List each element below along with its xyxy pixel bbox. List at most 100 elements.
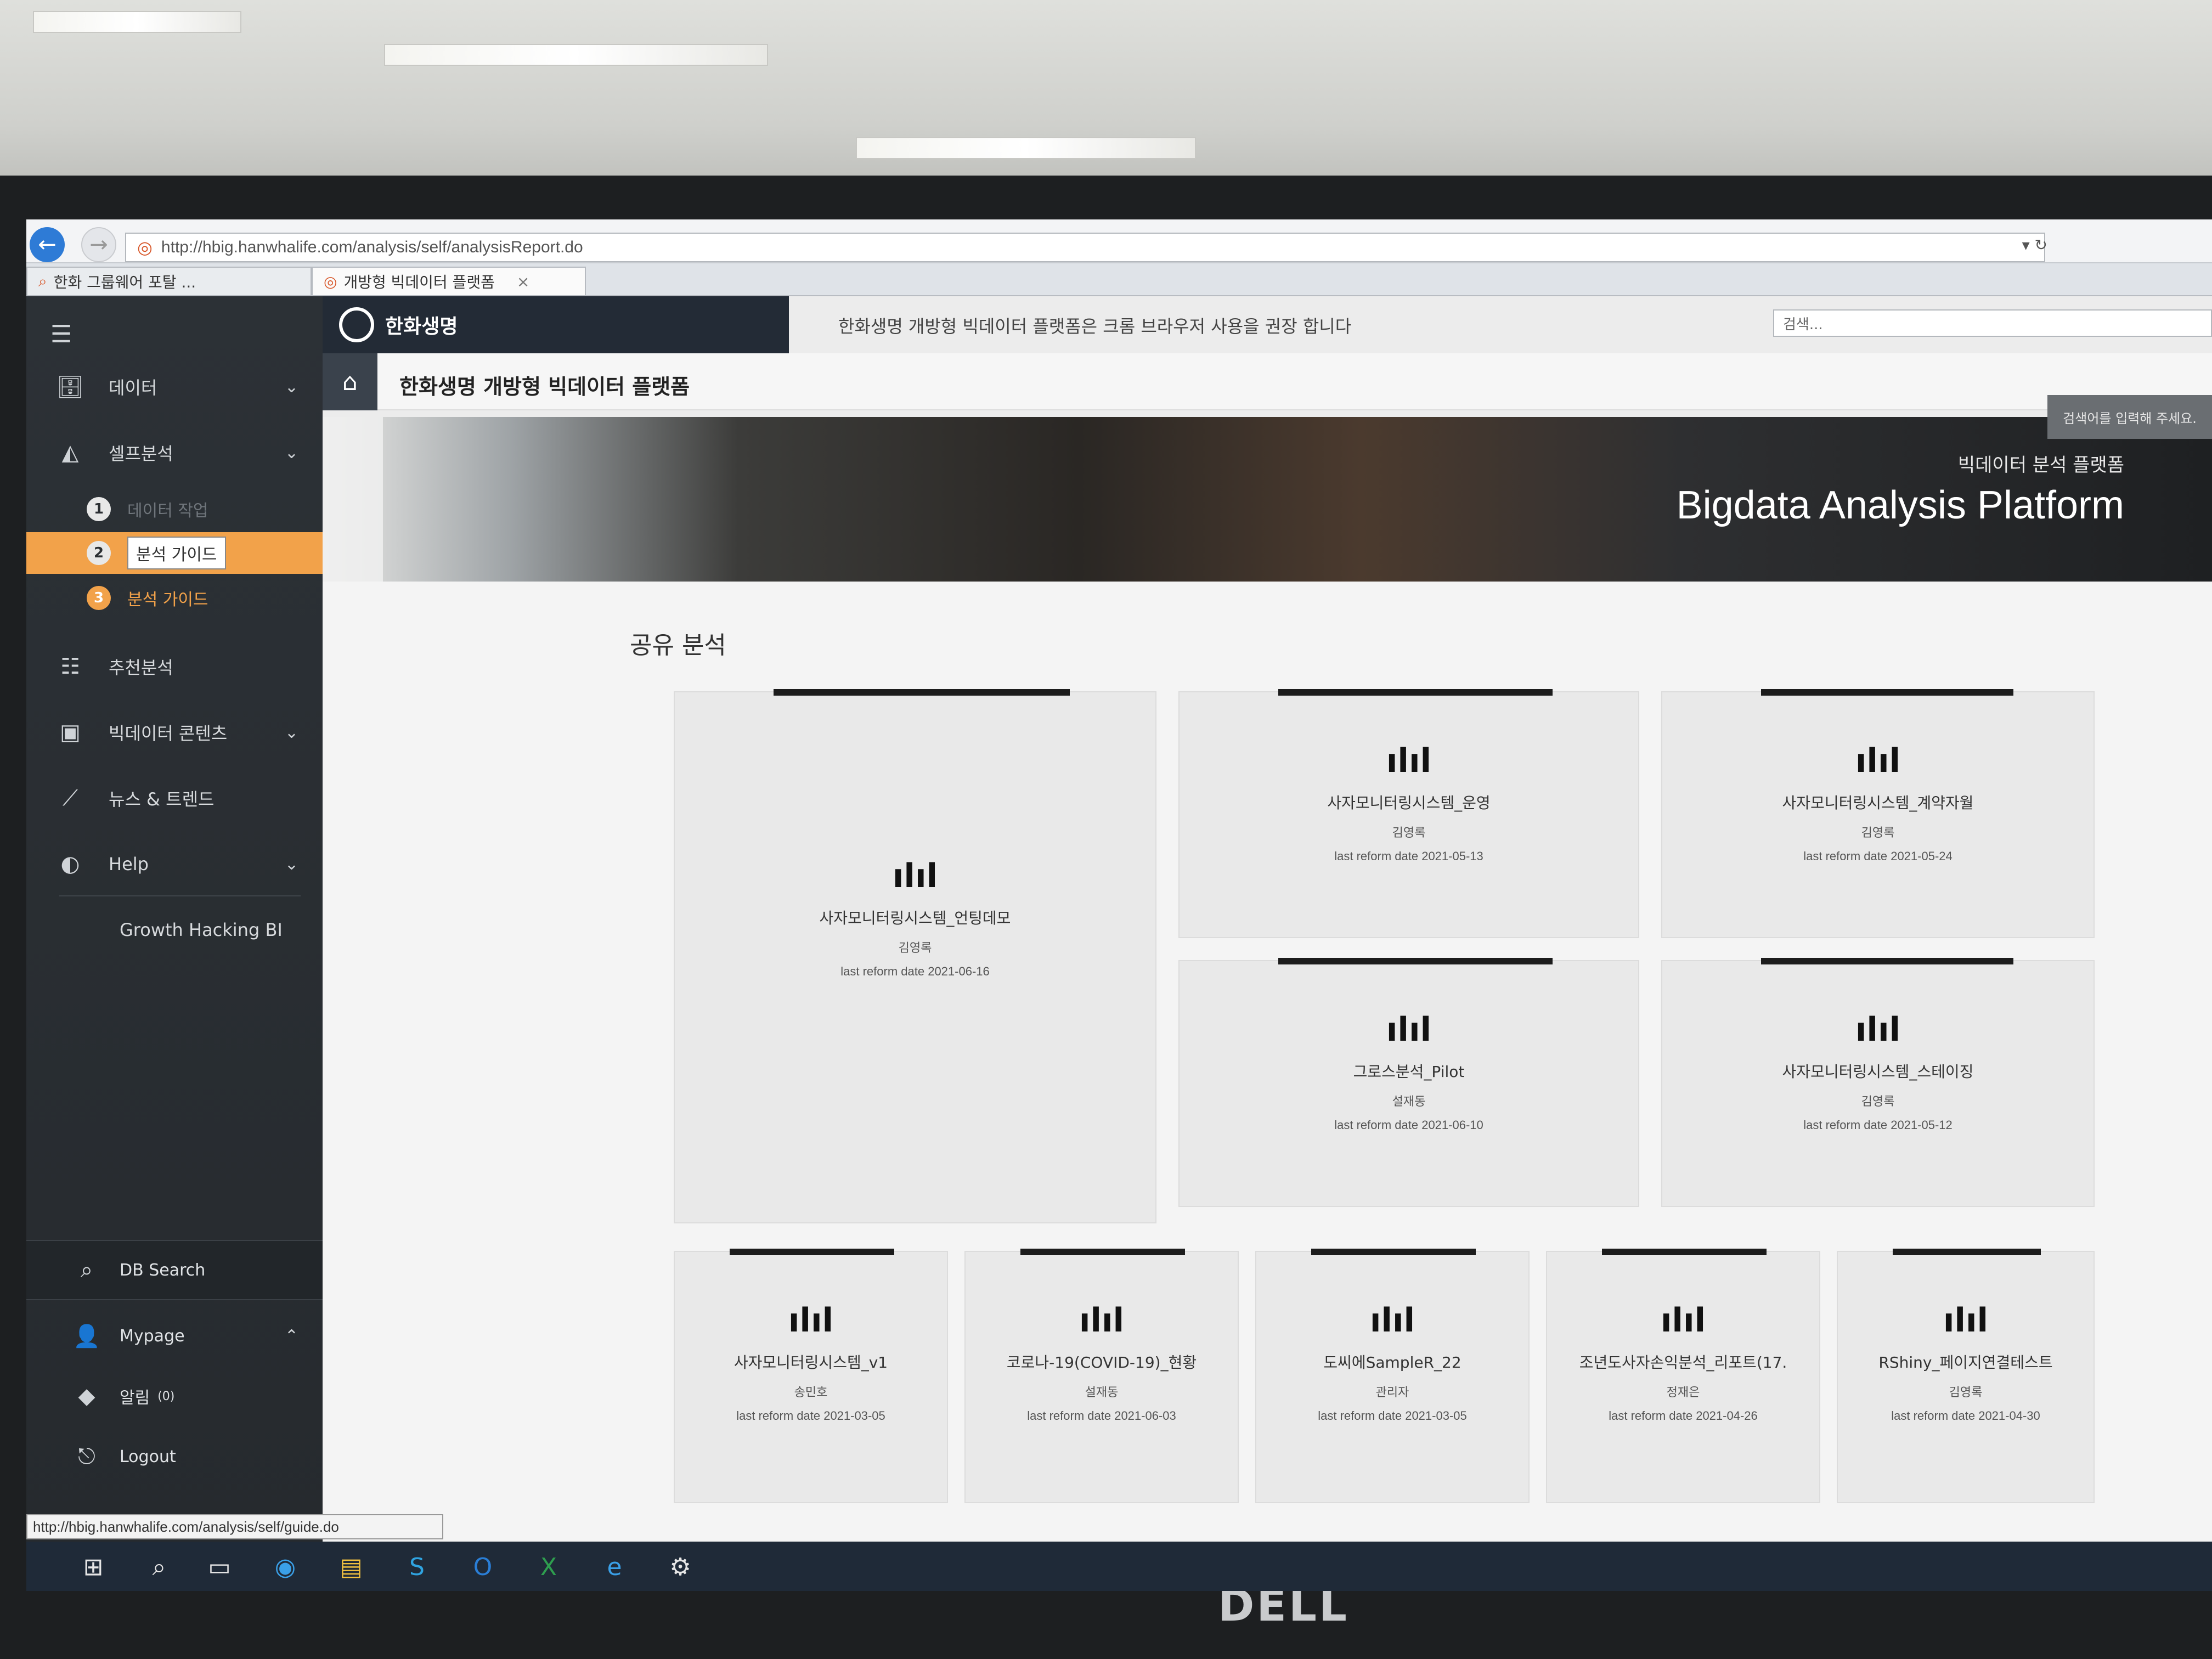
sidebar-subitem-data-work[interactable]: 1 데이터 작업 [26, 488, 323, 530]
card-author: 김영록 [1861, 1095, 1895, 1109]
card-author: 김영록 [1861, 826, 1895, 840]
card-date: last reform date 2021-06-10 [1334, 1118, 1483, 1132]
analysis-card[interactable]: ılıl 도씨에SampleR_22 관리자 last reform date … [1255, 1249, 1530, 1503]
sidebar-item-bigdata-contents[interactable]: ▣ 빅데이터 콘텐츠 ⌄ [26, 702, 323, 763]
sidebar-item-news-trends[interactable]: ⟋ 뉴스 & 트렌드 [26, 768, 323, 828]
site-favicon-icon: ◎ [137, 238, 153, 257]
sidebar-logout[interactable]: ⎋ Logout [26, 1426, 323, 1487]
card-date: last reform date 2021-05-24 [1803, 849, 1953, 863]
card-author: 정재은 [1666, 1386, 1700, 1400]
chevron-down-icon: ⌄ [284, 723, 298, 742]
analysis-card[interactable]: ılıl 사자모니터링시스템_v1 송민호 last reform date 2… [674, 1249, 948, 1503]
sidebar-item-label: 추천분석 [109, 657, 173, 678]
outlook-icon[interactable]: O [465, 1549, 500, 1584]
card-date: last reform date 2021-05-13 [1334, 849, 1483, 863]
search-hint: 검색어를 입력해 주세요. [2063, 410, 2197, 426]
sidebar: ☰ 🗄 데이터 ⌄ ◭ 셀프분석 ⌄ 1 데이터 작업 2 분석 가이드 3 분… [26, 296, 323, 1591]
bar-chart-icon: ılıl [1079, 1301, 1125, 1340]
sidebar-subitem-analysis-guide-selected[interactable]: 2 분석 가이드 [26, 532, 323, 574]
sidebar-item-label: 빅데이터 콘텐츠 [109, 723, 228, 744]
sidebar-item-help[interactable]: ◐ Help ⌄ [26, 834, 323, 894]
edge-browser-icon[interactable]: ◉ [268, 1549, 303, 1584]
analysis-card[interactable]: ılıl 조년도사자손익분석_리포트(17. 정재은 last reform d… [1546, 1249, 1820, 1503]
task-view-icon[interactable]: ▭ [202, 1549, 237, 1584]
analysis-card[interactable]: ılıl 사자모니터링시스템_스테이징 김영록 last reform date… [1661, 958, 2095, 1207]
analysis-card[interactable]: ılıl 그로스분석_Pilot 설재동 last reform date 20… [1178, 958, 1639, 1207]
list-icon: ☷ [60, 654, 80, 679]
headset-icon: ◐ [60, 851, 80, 877]
sidebar-alarm[interactable]: ◆ 알림 (0) [26, 1366, 323, 1426]
subitem-label: 데이터 작업 [127, 501, 208, 521]
chevron-up-icon: ⌃ [284, 1326, 298, 1346]
sidebar-item-growth-hacking[interactable]: Growth Hacking BI [26, 900, 323, 960]
arrow-left-icon: ← [38, 232, 57, 257]
bar-chart-icon: ılıl [1855, 742, 1901, 780]
logout-icon: ⎋ [78, 1444, 95, 1469]
skype-icon[interactable]: S [399, 1549, 435, 1584]
home-button[interactable]: ⌂ [323, 353, 377, 410]
sidebar-db-search[interactable]: ⌕ DB Search [26, 1240, 323, 1300]
card-author: 김영록 [1392, 826, 1426, 840]
sidebar-item-self-analysis[interactable]: ◭ 셀프분석 ⌄ [26, 422, 323, 483]
card-author: 송민호 [794, 1386, 828, 1400]
search-icon[interactable]: ⌕ [142, 1549, 177, 1584]
database-search-icon: ⌕ [80, 1257, 93, 1283]
card-date: last reform date 2021-06-16 [840, 964, 990, 978]
card-date: last reform date 2021-05-12 [1803, 1118, 1953, 1132]
refresh-icon[interactable]: ▾ ↻ [2022, 236, 2047, 254]
site-search-input[interactable]: 검색어를 입력해 주세요. [2047, 395, 2212, 439]
forward-button[interactable]: → [81, 227, 116, 262]
user-icon: 👤 [73, 1323, 100, 1349]
browser-search-input[interactable]: 검색... [1773, 309, 2212, 337]
sidebar-mypage[interactable]: 👤 Mypage ⌃ [26, 1306, 323, 1366]
file-explorer-icon[interactable]: ▤ [334, 1549, 369, 1584]
analysis-card[interactable]: ılıl RShiny_페이지연결테스트 김영록 last reform dat… [1837, 1249, 2095, 1503]
windows-taskbar: ⊞ ⌕ ▭ ◉ ▤ S O X e ⚙ [26, 1542, 2212, 1591]
bar-chart-icon: ılıl [1943, 1301, 1989, 1340]
sidebar-item-label: 셀프분석 [109, 443, 173, 464]
card-author: 김영록 [1949, 1386, 1983, 1400]
home-icon: ⌂ [342, 368, 358, 396]
site-favicon-icon: ◎ [324, 272, 337, 291]
page-nav-strip: ⌂ 한화생명 개방형 빅데이터 플랫폼 [323, 353, 2212, 410]
card-title: 조년도사자손익분석_리포트(17. [1579, 1353, 1787, 1372]
main-content: 공유 분석 ılıl 사자모니터링시스템_언팅데모 김영록 last refor… [323, 582, 2212, 1591]
card-date: last reform date 2021-03-05 [736, 1409, 885, 1423]
tab-bigdata-platform[interactable]: ◎ 개방형 빅데이터 플랫폼 × [312, 267, 586, 295]
alarm-label: 알림 [120, 1389, 150, 1408]
step-number: 1 [87, 497, 111, 521]
sidebar-item-recommended-analysis[interactable]: ☷ 추천분석 [26, 636, 323, 697]
analysis-card[interactable]: ılıl 사자모니터링시스템_언팅데모 김영록 last reform date… [674, 689, 1156, 1223]
back-button[interactable]: ← [30, 227, 65, 262]
url-field[interactable]: ◎ http://hbig.hanwhalife.com/analysis/se… [125, 233, 2045, 262]
analysis-card[interactable]: ılıl 사자모니터링시스템_운영 김영록 last reform date 2… [1178, 689, 1639, 938]
step-number: 2 [87, 541, 111, 565]
page-title: 한화생명 개방형 빅데이터 플랫폼 [399, 375, 690, 399]
sidebar-item-data[interactable]: 🗄 데이터 ⌄ [26, 357, 323, 417]
windows-start-icon[interactable]: ⊞ [76, 1549, 111, 1584]
card-title: 사자모니터링시스템_언팅데모 [819, 909, 1011, 927]
card-title: 코로나-19(COVID-19)_현황 [1006, 1353, 1197, 1372]
analysis-card[interactable]: ılıl 코로나-19(COVID-19)_현황 설재동 last reform… [964, 1249, 1239, 1503]
screen: ← → ◎ http://hbig.hanwhalife.com/analysi… [26, 219, 2212, 1591]
card-date: last reform date 2021-04-26 [1609, 1409, 1758, 1423]
bar-chart-icon: ılıl [1369, 1301, 1415, 1340]
hamburger-menu-icon[interactable]: ☰ [50, 320, 72, 348]
sidebar-subitem-analysis-guide[interactable]: 3 분석 가이드 [26, 577, 323, 619]
card-title: 사자모니터링시스템_운영 [1327, 794, 1491, 812]
settings-gear-icon[interactable]: ⚙ [663, 1549, 698, 1584]
excel-icon[interactable]: X [531, 1549, 566, 1584]
analysis-card[interactable]: ılıl 사자모니터링시스템_계약자월 김영록 last reform date… [1661, 689, 2095, 938]
card-title: 그로스분석_Pilot [1353, 1063, 1465, 1081]
close-tab-icon[interactable]: × [517, 273, 529, 291]
banner-subtitle: 빅데이터 분석 플랫폼 [1957, 454, 2124, 476]
card-title: 도씨에SampleR_22 [1323, 1353, 1462, 1372]
internet-explorer-icon[interactable]: e [597, 1549, 632, 1584]
contents-icon: ▣ [60, 720, 81, 745]
bar-chart-icon: ılıl [1660, 1301, 1706, 1340]
tab-groupware[interactable]: ⌕ 한화 그룹웨어 포탈 ... [26, 267, 312, 295]
search-placeholder: 검색... [1783, 316, 1823, 333]
subitem-label: 분석 가이드 [127, 537, 226, 569]
card-title: 사자모니터링시스템_v1 [733, 1353, 888, 1372]
database-icon: 🗄 [56, 374, 84, 400]
